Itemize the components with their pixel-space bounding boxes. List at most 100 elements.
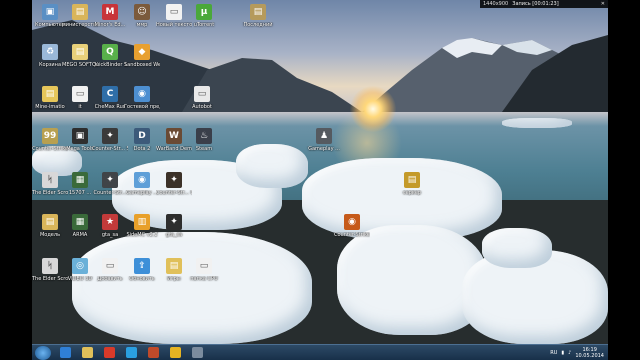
desktop-icon-image: ▭ [72,86,88,102]
volume-icon[interactable]: ♪ [568,350,571,356]
desktop-icon-image: ▥ [134,214,150,230]
desktop-icon-image: ▭ [194,86,210,102]
desktop-icon-image: ♨ [196,128,212,144]
desktop-icon-image: ♻ [42,44,58,60]
desktop-icon-label: QuickBinder 1.7 [92,62,128,68]
taskbar-explorer-button[interactable] [79,346,95,360]
desktop-icon-label: Steam [195,146,213,152]
desktop-icon-label: Gameplay ... [126,190,158,196]
clock-date: 10.05.2014 [575,352,604,359]
desktop-icon-label: Counter-Strike Global Offe... [334,232,370,238]
letterbox-left [0,0,32,360]
media-icon [147,347,159,358]
desktop-icon-image: ᛋ [42,172,58,188]
ice-floe [482,228,552,268]
ice-floe [236,144,308,188]
desktop-icon[interactable]: C CheMax Rus [92,86,128,122]
desktop-icon-label: gta_sa [165,232,183,238]
desktop-icon[interactable]: ◉ Гостевой предложения [124,86,160,122]
desktop-icon-image: ☺ [134,4,150,20]
desktop-icon[interactable]: ☺ ммр [124,4,160,40]
start-button[interactable] [35,345,51,360]
close-icon[interactable]: ✕ [601,1,605,7]
desktop-icon[interactable]: ▥ SideMC v2.2 [124,214,160,250]
desktop-icon[interactable]: Q QuickBinder 1.7 [92,44,128,80]
desktop-icon[interactable]: ▭ Autobot [184,86,220,122]
desktop-icon-label: Гостевой предложения [124,104,160,110]
desktop-icon-image: ◉ [134,86,150,102]
desktop-icon-label: Последний [243,22,273,28]
letterbox-right [608,0,640,360]
desktop-icon[interactable]: ◉ Gameplay ... [124,172,160,208]
desktop-icon-image: ♟ [316,128,332,144]
desktop-icon[interactable]: ▤ сервер [394,172,430,208]
desktop-icon-image: ▭ [196,258,212,274]
desktop-icon-image: ▣ [42,4,58,20]
desktop-icon-label: папка CPU [190,276,218,282]
desktop-icon-label: Counter-Str... [93,190,127,196]
desktop-icon[interactable]: ▤ Последний [240,4,276,40]
desktop-icon-image: ▭ [166,4,182,20]
desktop-icon-image: ▭ [102,258,118,274]
desktop-icon[interactable]: ♨ Steam [186,128,222,164]
desktop-icon-image: ◎ [72,258,88,274]
desktop-icon[interactable]: ◆ Sandboxed Web Browser [124,44,160,80]
taskbar: RU ▮ ♪ 16:19 10.05.2014 [32,344,608,360]
desktop-icon-image: ▦ [72,172,88,188]
taskbar-chrome-button[interactable] [167,346,183,360]
desktop-icon-label: Dota 2 [133,146,151,152]
desktop-icon-image: M [102,4,118,20]
desktop-icon-image: D [134,128,150,144]
desktop-icon-image: ▣ [72,128,88,144]
recording-resolution: 1440x900 [483,1,509,7]
network-icon[interactable]: ▮ [561,350,564,356]
desktop-icon-image: ★ [102,214,118,230]
desktop-icon-image: ✦ [166,214,182,230]
taskbar-skype-button[interactable] [123,346,139,360]
desktop-icon-image: ᛋ [42,258,58,274]
desktop-icon[interactable]: ✦ Counter-Str... [92,172,128,208]
desktop-icon-label: uTorrent [193,22,215,28]
desktop-icon-image: ▤ [72,44,88,60]
desktop-icon-image: ▤ [42,86,58,102]
desktop-icon-image: µ [196,4,212,20]
desktop-icon-label: Minor's Ed... [94,22,126,28]
ie-icon [59,347,71,358]
desktop-icon[interactable]: ✦ gta_sa [156,214,192,250]
desktop-icon-label: Autobot [192,104,212,110]
desktop-icon-image: ⇪ [134,258,150,274]
chrome-icon [169,347,181,358]
desktop-icon[interactable]: D Dota 2 [124,128,160,164]
desktop-icon-label: ммр [136,22,148,28]
taskbar-window-button[interactable] [189,346,205,360]
desktop-icon-image: ✦ [102,128,118,144]
desktop-icon[interactable]: ✦ Counter-Str... Source [92,128,128,164]
desktop-icon[interactable]: M Minor's Ed... [92,4,128,40]
desktop-icon[interactable]: ★ gta_sa [92,214,128,250]
desktop-icon-image: ✦ [102,172,118,188]
desktop-icon-label: Counter-Str... Source [92,146,128,152]
desktop-icon[interactable]: ▭ папка CPU [186,258,222,294]
language-indicator[interactable]: RU [550,350,557,356]
desktop-icon-label: Gameplay ... [308,146,340,152]
taskbar-ie-button[interactable] [57,346,73,360]
desktop-icon-image: ▤ [72,4,88,20]
desktop-icon[interactable]: µ uTorrent [186,4,222,40]
desktop-icon[interactable]: ◉ Counter-Strike Global Offe... [334,214,370,250]
desktop-icon-image: ▤ [166,258,182,274]
skype-icon [125,347,137,358]
yandex-icon [103,347,115,358]
desktop-icon-image: C [102,86,118,102]
desktop-icon[interactable]: ▭ Добавить [92,258,128,294]
desktop-icon-label: Добавить [97,276,123,282]
desktop-icon[interactable]: ⇪ Обновить [124,258,160,294]
taskbar-yandex-button[interactable] [101,346,117,360]
desktop-icon[interactable]: ♟ Gameplay ... [306,128,342,164]
desktop-icon-image: ▦ [72,214,88,230]
desktop-icon[interactable]: ✦ Counter-Str... Global Off... [156,172,192,208]
desktop-icon-label: gta_sa [101,232,119,238]
recording-status: Запись [00:01:23] [512,1,559,7]
clock[interactable]: 16:19 10.05.2014 [575,347,604,359]
taskbar-media-button[interactable] [145,346,161,360]
recording-bar: 1440x900 Запись [00:01:23] ✕ [480,0,608,8]
